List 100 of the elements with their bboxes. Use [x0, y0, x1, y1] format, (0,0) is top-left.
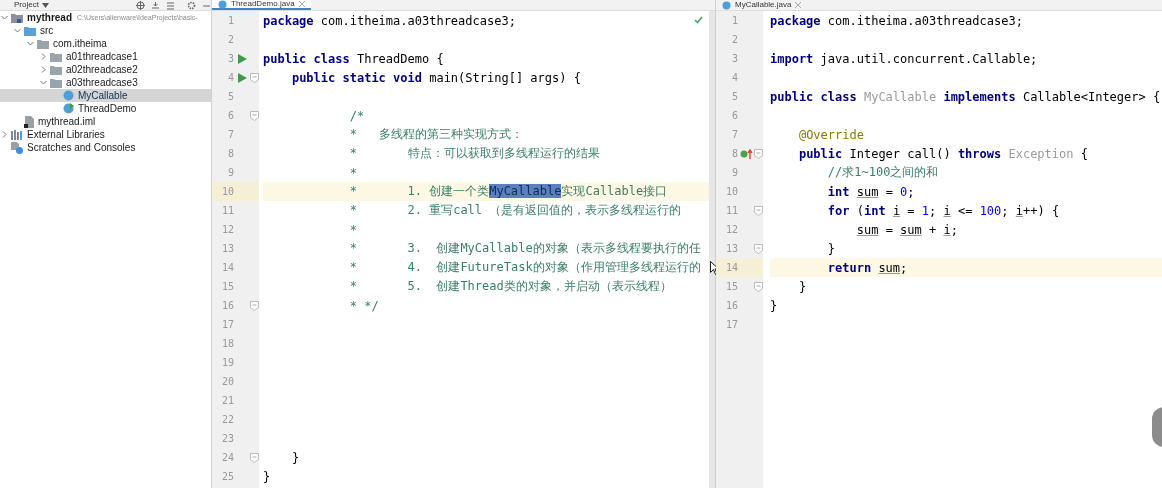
- collapse-icon[interactable]: [151, 0, 160, 10]
- tree-item[interactable]: a03threadcase3: [0, 76, 211, 89]
- folder-icon: [50, 51, 62, 62]
- tree-label: Scratches and Consoles: [27, 142, 136, 153]
- line-number: 16: [220, 300, 234, 311]
- line-number: 17: [220, 319, 234, 330]
- tree-label: src: [40, 25, 54, 36]
- chevron-icon[interactable]: [40, 53, 47, 60]
- line-number: 4: [226, 72, 234, 83]
- code-line: }: [770, 298, 778, 313]
- file-tab[interactable]: ThreadDemo.java: [212, 0, 311, 10]
- check-icon: [694, 16, 703, 24]
- code-line: for (int i = 1; i <= 100; i++) {: [826, 203, 1060, 218]
- tree-label: mythread.iml: [38, 116, 96, 127]
- code-line: package com.itheima.a03threadcase3;: [263, 13, 516, 28]
- line-number: 24: [220, 452, 234, 463]
- line-number: 9: [226, 167, 234, 178]
- folder-icon: [24, 25, 36, 36]
- line-number: 16: [724, 300, 738, 311]
- line-number: 4: [730, 72, 738, 83]
- folder-icon: [50, 64, 62, 75]
- code-line: * 4. 创建FutureTask的对象（作用管理多线程运行的: [348, 259, 701, 276]
- line-number: 1: [226, 15, 234, 26]
- code-line: }: [290, 450, 300, 465]
- file-icon: [24, 115, 34, 128]
- line-number: 6: [730, 110, 738, 121]
- code-line: public Integer call() throws Exception {: [797, 146, 1088, 161]
- expand-icon[interactable]: [166, 0, 175, 10]
- class-icon: [722, 0, 731, 10]
- line-number: 12: [220, 224, 234, 235]
- line-number: 10: [724, 186, 738, 197]
- fold-marker-icon[interactable]: [754, 148, 763, 159]
- close-icon[interactable]: [795, 2, 802, 8]
- line-number: 7: [730, 129, 738, 140]
- code-line: }: [826, 241, 836, 256]
- code-line: * 5. 创建Thread类的对象，并启动（表示线程）: [348, 278, 672, 295]
- line-number: 22: [220, 414, 234, 425]
- tree-item[interactable]: src: [0, 24, 211, 37]
- fold-marker-icon[interactable]: [754, 243, 763, 254]
- fold-marker-icon[interactable]: [250, 300, 259, 311]
- class-icon: [218, 0, 227, 9]
- line-number: 18: [220, 338, 234, 349]
- tree-label: External Libraries: [27, 129, 105, 140]
- line-number: 15: [724, 281, 738, 292]
- chevron-icon[interactable]: [27, 40, 34, 47]
- code-line: * 3. 创建MyCallable的对象（表示多线程要执行的任: [348, 240, 701, 257]
- tree-item[interactable]: MyCallable: [0, 89, 211, 102]
- folder-icon: [37, 38, 49, 49]
- run-icon[interactable]: [237, 72, 247, 83]
- caret-icon[interactable]: [41, 2, 49, 8]
- run-icon[interactable]: [237, 53, 247, 64]
- chevron-icon[interactable]: [40, 79, 47, 86]
- line-number: 19: [220, 357, 234, 368]
- fold-marker-icon[interactable]: [754, 205, 763, 216]
- code-line: public class ThreadDemo {: [263, 51, 444, 66]
- tree-item[interactable]: External Libraries: [0, 128, 211, 141]
- line-number: 8: [226, 148, 234, 159]
- chevron-icon[interactable]: [1, 131, 8, 138]
- line-number: 17: [724, 319, 738, 330]
- tree-item[interactable]: Scratches and Consoles: [0, 141, 211, 154]
- fold-marker-icon[interactable]: [250, 452, 259, 463]
- code-line: public static void main(String[] args) {: [290, 70, 581, 85]
- line-number: 21: [220, 395, 234, 406]
- tree-item[interactable]: mythread.iml: [0, 115, 211, 128]
- close-icon[interactable]: [298, 1, 305, 7]
- line-number: 5: [226, 91, 234, 102]
- chevron-icon[interactable]: [40, 66, 47, 73]
- line-number: 11: [724, 205, 738, 216]
- line-number: 1: [730, 15, 738, 26]
- file-tab[interactable]: MyCallable.java: [716, 0, 808, 10]
- line-number: 14: [724, 262, 738, 273]
- fold-marker-icon[interactable]: [250, 72, 259, 83]
- override-icon[interactable]: [739, 148, 753, 159]
- code-line: @Override: [797, 127, 864, 142]
- line-number: 9: [730, 167, 738, 178]
- tree-label: ThreadDemo: [78, 103, 137, 114]
- fold-marker-icon[interactable]: [754, 281, 763, 292]
- tree-item[interactable]: com.itheima: [0, 37, 211, 50]
- target-icon[interactable]: [136, 0, 145, 10]
- line-number: 10: [220, 186, 234, 197]
- chevron-icon[interactable]: [14, 27, 21, 34]
- panel-title[interactable]: Project: [14, 0, 39, 10]
- tree-label: com.itheima: [53, 38, 107, 49]
- line-number: 12: [724, 224, 738, 235]
- code-line: public class MyCallable implements Callable<Integer> {: [770, 89, 1161, 104]
- settings-icon[interactable]: [187, 0, 196, 10]
- line-number: 3: [226, 53, 234, 64]
- tree-label: a02threadcase2: [66, 64, 138, 75]
- fold-marker-icon[interactable]: [250, 110, 259, 121]
- line-number: 2: [730, 34, 738, 45]
- tree-item[interactable]: a01threadcase1: [0, 50, 211, 63]
- code-line: return sum;: [826, 260, 908, 275]
- line-number: 13: [220, 243, 234, 254]
- code-line: * 多线程的第三种实现方式：: [348, 126, 523, 143]
- tree-item[interactable]: a02threadcase2: [0, 63, 211, 76]
- line-number: 8: [730, 148, 738, 159]
- chevron-icon[interactable]: [1, 14, 8, 21]
- code-line: }: [797, 279, 807, 294]
- tree-item[interactable]: ThreadDemo: [0, 102, 211, 115]
- line-number: 13: [724, 243, 738, 254]
